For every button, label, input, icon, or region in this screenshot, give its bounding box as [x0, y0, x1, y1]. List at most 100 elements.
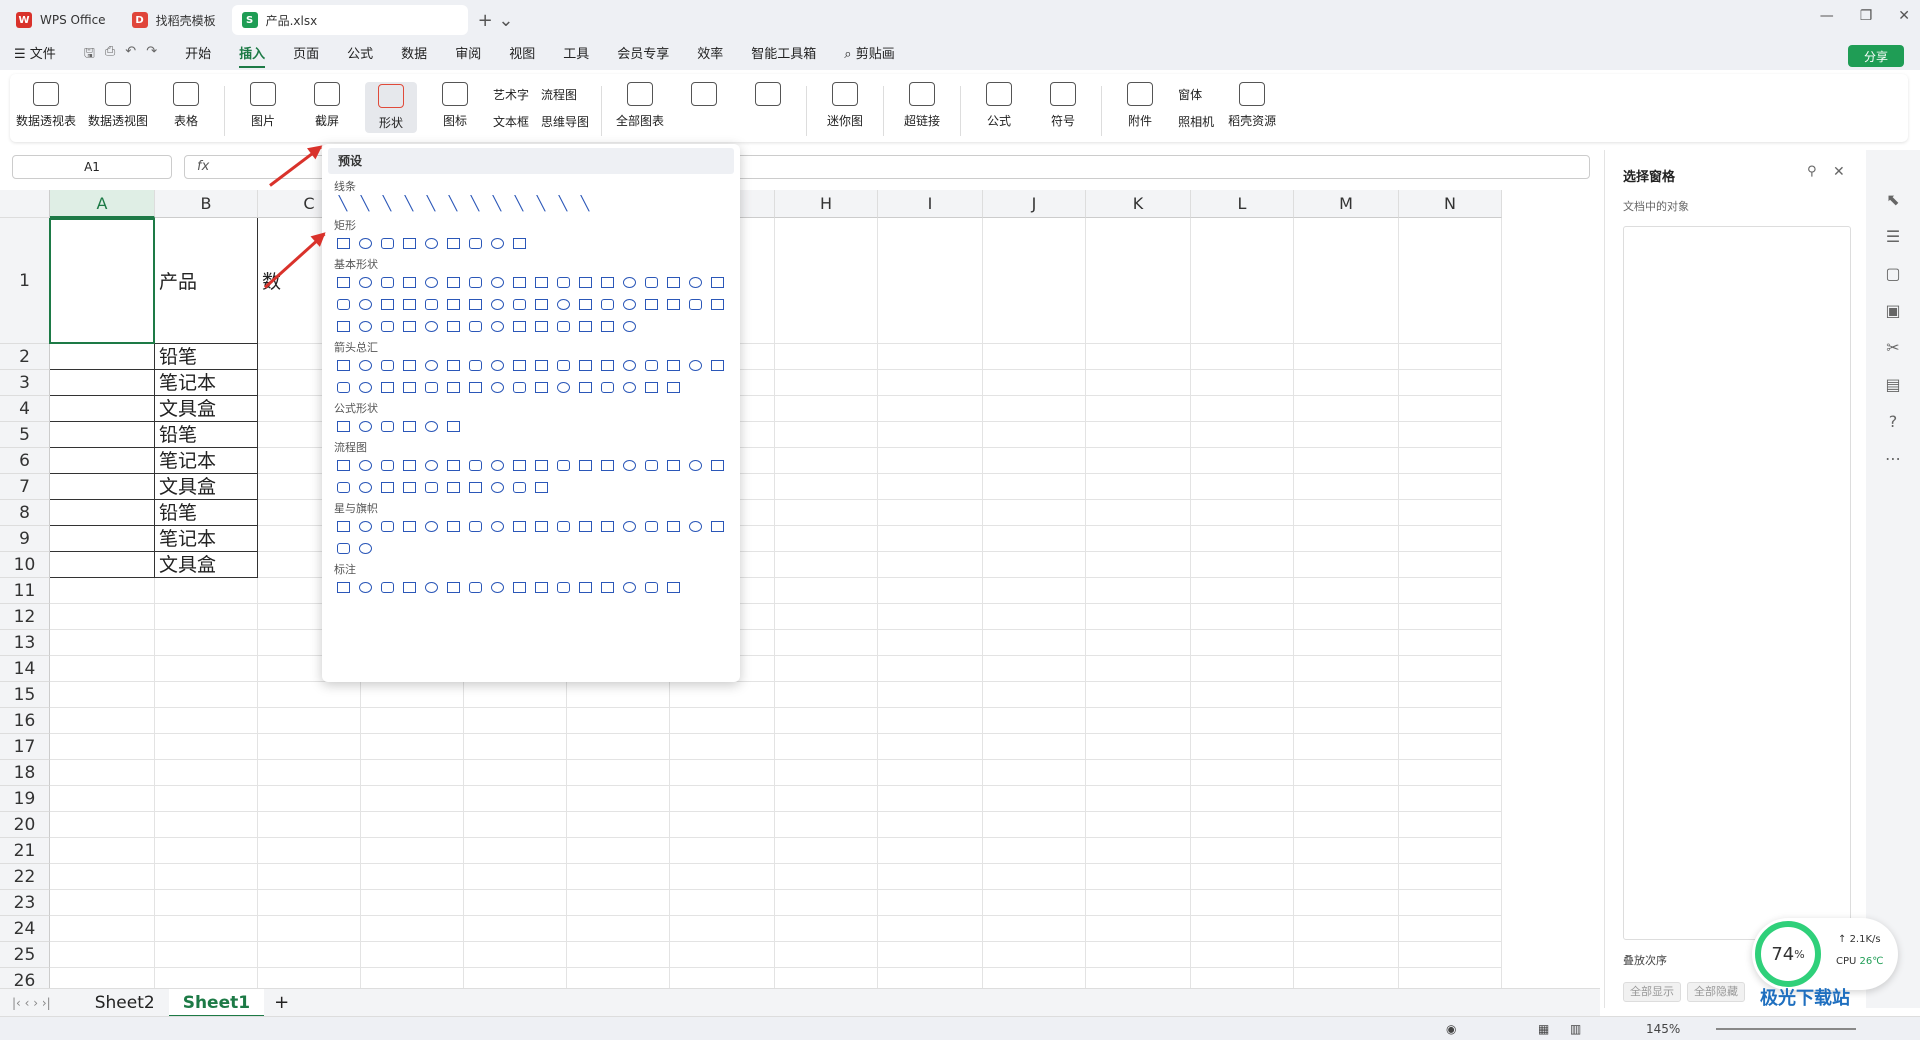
cell-c19[interactable] — [258, 786, 361, 812]
shape-item-icon[interactable] — [686, 356, 704, 374]
cell-n15[interactable] — [1399, 682, 1502, 708]
cell-m4[interactable] — [1294, 396, 1399, 422]
cell-f17[interactable] — [567, 734, 670, 760]
row-header[interactable]: 19 — [0, 786, 50, 812]
shape-item-icon[interactable] — [422, 517, 440, 535]
shape-item-icon[interactable] — [686, 295, 704, 313]
normal-view-icon[interactable]: ▦ — [1538, 1022, 1549, 1036]
shape-item-icon[interactable] — [356, 356, 374, 374]
tab-wps-office[interactable]: W WPS Office — [6, 5, 116, 35]
shape-item-icon[interactable] — [510, 456, 528, 474]
screenshot-button[interactable]: 截屏 — [301, 82, 353, 129]
column-header-a[interactable]: A — [50, 190, 155, 218]
shape-item-icon[interactable]: ╲ — [554, 195, 572, 213]
cell-l7[interactable] — [1191, 474, 1294, 500]
shape-item-icon[interactable] — [444, 378, 462, 396]
shape-item-icon[interactable] — [642, 295, 660, 313]
line-chart-button[interactable] — [742, 82, 794, 112]
shape-item-icon[interactable] — [466, 478, 484, 496]
row-header[interactable]: 15 — [0, 682, 50, 708]
shape-item-icon[interactable] — [334, 517, 352, 535]
cell-l16[interactable] — [1191, 708, 1294, 734]
shape-item-icon[interactable] — [664, 273, 682, 291]
cell-m13[interactable] — [1294, 630, 1399, 656]
cell-h18[interactable] — [775, 760, 878, 786]
cell-l20[interactable] — [1191, 812, 1294, 838]
shape-item-icon[interactable] — [356, 456, 374, 474]
textbox-button[interactable]: 文本框 — [493, 113, 529, 130]
shape-item-icon[interactable] — [334, 295, 352, 313]
cell-k4[interactable] — [1086, 396, 1191, 422]
shape-item-icon[interactable] — [488, 273, 506, 291]
cell-n24[interactable] — [1399, 916, 1502, 942]
shape-item-icon[interactable] — [554, 273, 572, 291]
shape-item-icon[interactable]: ╲ — [510, 195, 528, 213]
hide-all-button[interactable]: 全部隐藏 — [1687, 982, 1745, 1002]
row-header[interactable]: 24 — [0, 916, 50, 942]
formula-button[interactable]: 公式 — [973, 82, 1025, 129]
shape-item-icon[interactable] — [642, 578, 660, 596]
shape-item-icon[interactable] — [356, 478, 374, 496]
cell-l10[interactable] — [1191, 552, 1294, 578]
shape-item-icon[interactable] — [488, 295, 506, 313]
shape-item-icon[interactable] — [510, 295, 528, 313]
shape-item-icon[interactable] — [400, 295, 418, 313]
cell-h15[interactable] — [775, 682, 878, 708]
cell-j9[interactable] — [983, 526, 1086, 552]
row-header[interactable]: 14 — [0, 656, 50, 682]
cell-j12[interactable] — [983, 604, 1086, 630]
cell-j3[interactable] — [983, 370, 1086, 396]
cell-d22[interactable] — [361, 864, 464, 890]
shape-item-icon[interactable]: ╲ — [356, 195, 374, 213]
cell-n26[interactable] — [1399, 968, 1502, 988]
cell-n25[interactable] — [1399, 942, 1502, 968]
cell-k25[interactable] — [1086, 942, 1191, 968]
more-icon[interactable]: ⋯ — [1885, 449, 1901, 468]
cell-m3[interactable] — [1294, 370, 1399, 396]
cell-m9[interactable] — [1294, 526, 1399, 552]
docer-resources-button[interactable]: 稻壳资源 — [1226, 82, 1278, 129]
cell-c24[interactable] — [258, 916, 361, 942]
shape-item-icon[interactable] — [356, 417, 374, 435]
row-header[interactable]: 7 — [0, 474, 50, 500]
cell-b11[interactable] — [155, 578, 258, 604]
cell-i2[interactable] — [878, 344, 983, 370]
shape-item-icon[interactable] — [378, 234, 396, 252]
cell-k16[interactable] — [1086, 708, 1191, 734]
shape-item-icon[interactable] — [664, 578, 682, 596]
cell-m22[interactable] — [1294, 864, 1399, 890]
cell-h2[interactable] — [775, 344, 878, 370]
menu-efficiency[interactable]: 效率 — [697, 40, 723, 70]
shape-item-icon[interactable] — [510, 378, 528, 396]
cell-j15[interactable] — [983, 682, 1086, 708]
shape-item-icon[interactable] — [576, 317, 594, 335]
show-all-button[interactable]: 全部显示 — [1623, 982, 1681, 1002]
column-header-n[interactable]: N — [1399, 190, 1502, 218]
shape-item-icon[interactable] — [598, 517, 616, 535]
shape-item-icon[interactable] — [642, 378, 660, 396]
cell-n10[interactable] — [1399, 552, 1502, 578]
cell-g21[interactable] — [670, 838, 775, 864]
shape-item-icon[interactable] — [488, 478, 506, 496]
cell-h20[interactable] — [775, 812, 878, 838]
shape-item-icon[interactable] — [422, 295, 440, 313]
cell-i14[interactable] — [878, 656, 983, 682]
cell-d26[interactable] — [361, 968, 464, 988]
shape-item-icon[interactable] — [378, 417, 396, 435]
cell-i17[interactable] — [878, 734, 983, 760]
row-header[interactable]: 5 — [0, 422, 50, 448]
cell-k5[interactable] — [1086, 422, 1191, 448]
cell-j8[interactable] — [983, 500, 1086, 526]
shape-item-icon[interactable] — [488, 378, 506, 396]
column-header-m[interactable]: M — [1294, 190, 1399, 218]
cell-b14[interactable] — [155, 656, 258, 682]
shape-item-icon[interactable] — [356, 234, 374, 252]
cell-l25[interactable] — [1191, 942, 1294, 968]
cell-a8[interactable] — [50, 500, 155, 526]
shape-item-icon[interactable] — [708, 295, 726, 313]
shape-item-icon[interactable] — [510, 234, 528, 252]
cell-h7[interactable] — [775, 474, 878, 500]
cell-j2[interactable] — [983, 344, 1086, 370]
cell-l2[interactable] — [1191, 344, 1294, 370]
row-header[interactable]: 8 — [0, 500, 50, 526]
